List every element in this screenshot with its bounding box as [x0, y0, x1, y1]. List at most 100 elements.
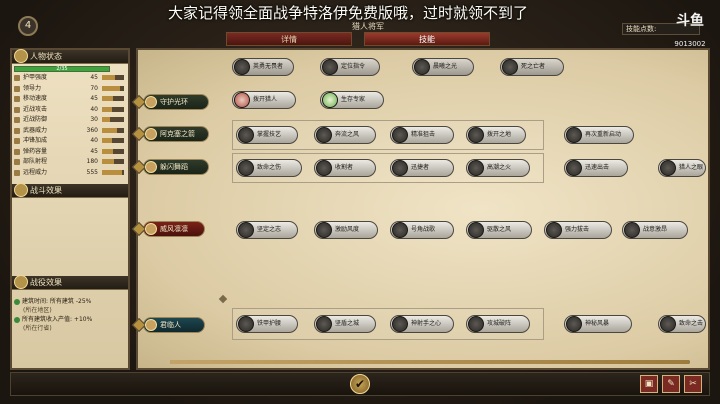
skill-node[interactable]: 收割者 [314, 159, 376, 177]
skill-icon [660, 316, 676, 332]
arrow-icon [145, 128, 157, 140]
stat-icon [14, 127, 20, 134]
skill-node[interactable]: 致命之伤 [236, 159, 302, 177]
skill-node[interactable]: 生存专家 [320, 91, 384, 109]
battle-header-label: 战斗效果 [30, 186, 62, 195]
stat-value: 45 [90, 95, 98, 102]
skill-icon [316, 222, 332, 238]
skill-node[interactable]: 迅速出击 [564, 159, 628, 177]
skill-node[interactable]: 英勇无畏者 [232, 58, 294, 76]
stat-bar [102, 117, 124, 122]
skill-icon [238, 316, 254, 332]
skill-icon [468, 127, 484, 143]
campaign-effect: 所有建筑收入产值: +10% (所在行省) [14, 314, 122, 332]
stat-value: 45 [90, 74, 98, 81]
shield-icon [316, 316, 332, 332]
skill-node[interactable]: 攻城破阵 [466, 315, 530, 333]
skill-node[interactable]: 死之亡者 [500, 58, 564, 76]
confirm-button[interactable]: ✔ [350, 374, 370, 394]
campaign-effect-sub: (所在行省) [23, 325, 52, 332]
skill-node-label: 神秘风暴 [585, 320, 610, 327]
skill-row-3[interactable]: 躲闪舞蹈 [131, 159, 209, 175]
skill-node-label: 精准狙击 [411, 131, 436, 138]
campaign-header-label: 战役效果 [30, 278, 62, 287]
skill-node[interactable]: 战意激昂 [622, 221, 688, 239]
skill-node[interactable]: 奔流之风 [314, 126, 376, 144]
skill-node[interactable]: 拨开之地 [466, 126, 526, 144]
campaign-icon [14, 275, 28, 289]
skill-node[interactable]: 精准狙击 [390, 126, 454, 144]
stat-label: 护甲强度 [23, 74, 48, 81]
stream-overlay-banner: 大家记得领全面战争特洛伊免费版哦，过时就领不到了 [168, 4, 529, 22]
skill-node[interactable]: 再次重新启动 [564, 126, 634, 144]
skill-node[interactable]: 掌握技艺 [236, 126, 298, 144]
bottom-button-1[interactable]: ▣ [640, 375, 658, 393]
skill-node-label: 致命之击 [679, 320, 704, 327]
skill-node[interactable]: 致命之击 [658, 315, 706, 333]
skill-node-label: 拨开猎人 [253, 96, 278, 103]
stat-bar-fill [102, 148, 113, 154]
skill-node[interactable]: 激励风度 [314, 221, 378, 239]
plus-icon [322, 92, 338, 108]
skill-node[interactable]: 铁甲护腰 [236, 315, 298, 333]
stat-label: 移动速度 [23, 95, 48, 102]
skill-node[interactable]: 驱散之风 [466, 221, 532, 239]
stat-icon [14, 85, 20, 92]
stat-label: 近战防御 [23, 116, 48, 123]
skill-node-label: 致命之伤 [257, 164, 282, 171]
row-label: 威风凛凛 [160, 225, 188, 233]
skill-node[interactable]: 定位指令 [320, 58, 380, 76]
skill-node-label: 生存专家 [341, 96, 366, 103]
skill-row-2[interactable]: 阿克塞之箭 [131, 126, 209, 142]
skill-icon [546, 222, 562, 238]
skill-node-label: 攻城破阵 [487, 320, 512, 327]
skill-node[interactable]: 拨开猎人 [232, 91, 296, 109]
stat-value: 30 [90, 116, 98, 123]
skill-node[interactable]: 高潮之火 [466, 159, 530, 177]
stat-bar-fill [102, 106, 112, 112]
skill-row-1[interactable]: 守护光环 [131, 94, 209, 110]
stat-bar-fill [102, 85, 120, 91]
skill-node-label: 坚盾之城 [335, 320, 360, 327]
stat-bar [102, 159, 124, 164]
stat-value: 360 [86, 126, 98, 134]
skill-node[interactable]: 迅捷者 [390, 159, 454, 177]
skill-node[interactable]: 坚定之志 [236, 221, 298, 239]
skill-node-label: 再次重新启动 [585, 131, 622, 138]
stat-value: 555 [86, 168, 98, 176]
skill-node[interactable]: 坚盾之城 [314, 315, 376, 333]
stat-row: 部队射程 180 [14, 158, 124, 166]
skill-node[interactable]: 神射手之心 [390, 315, 454, 333]
bottom-button-2[interactable]: ✎ [662, 375, 680, 393]
turn-counter: 4 [18, 16, 38, 36]
skill-icon [468, 316, 484, 332]
stat-label: 领导力 [23, 84, 42, 92]
bottom-button-3[interactable]: ✂ [684, 375, 702, 393]
tree-scrollbar[interactable] [170, 360, 690, 364]
skill-icon [566, 160, 582, 176]
tab-skills[interactable]: 技能 [364, 32, 490, 46]
stat-bar [102, 148, 124, 154]
skill-node-label: 神射手之心 [411, 320, 442, 327]
skill-row-5[interactable]: 君临人 [131, 317, 205, 333]
scrollbar-thumb[interactable] [170, 360, 690, 364]
aura-icon [145, 96, 157, 108]
skull-icon [502, 59, 518, 75]
skill-node[interactable]: 号角战歌 [390, 221, 454, 239]
skill-icon [392, 160, 408, 176]
skill-node[interactable]: 强力拔击 [544, 221, 612, 239]
skill-icon [316, 127, 332, 143]
skill-node[interactable]: 晨曦之光 [412, 58, 474, 76]
stat-row: 远程威力 555 [14, 169, 124, 177]
stat-value: 180 [86, 158, 98, 165]
tab-details[interactable]: 详情 [226, 32, 352, 46]
skill-node[interactable]: 神秘风暴 [564, 315, 632, 333]
dodge-icon [145, 161, 157, 173]
skill-node-label: 掌握技艺 [257, 131, 282, 138]
skill-row-4[interactable]: 威风凛凛 [131, 221, 205, 237]
skill-node[interactable]: 猎人之眼 [658, 159, 706, 177]
skill-node-label: 收割者 [335, 164, 354, 171]
skill-node-label: 号角战歌 [411, 226, 436, 233]
stat-label: 冲锋加成 [23, 137, 48, 144]
status-header-label: 人物状态 [30, 52, 62, 61]
